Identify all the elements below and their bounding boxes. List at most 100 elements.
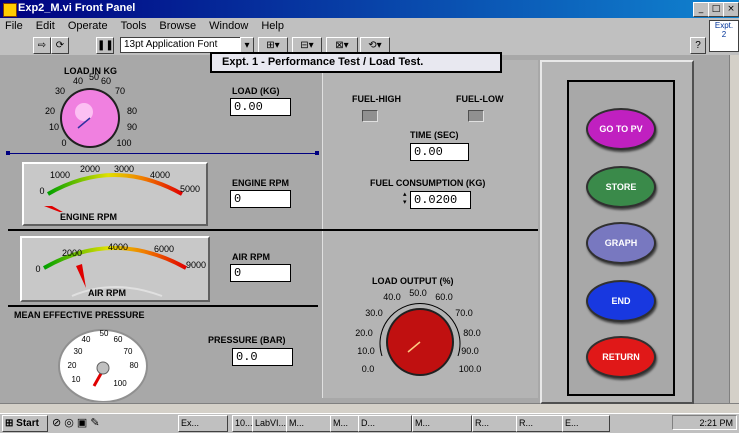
menu-window[interactable]: Window (204, 19, 253, 32)
tick-label: 80 (130, 361, 139, 370)
minimize-button[interactable]: _ (693, 2, 709, 17)
fuel-high-indicator (362, 110, 378, 122)
tick-label: 70 (115, 86, 125, 96)
pressure-label: PRESSURE (BAR) (208, 335, 286, 345)
go-to-pv-button[interactable]: GO TO PV (586, 108, 656, 150)
taskbar-item[interactable]: R... (516, 415, 564, 432)
tick-label: 30 (55, 86, 65, 96)
quicklaunch-icons[interactable]: ⊘ ◎ ▣ ✎ (52, 416, 100, 429)
air-rpm-value: 0 (230, 264, 291, 282)
font-select[interactable]: 13pt Application Font (120, 37, 243, 53)
mep-gauge: 10 20 30 40 50 6070 80100 (58, 329, 148, 402)
taskbar-item[interactable]: LabVI... (252, 415, 288, 432)
graph-button[interactable]: GRAPH (586, 222, 656, 264)
pause-icon[interactable]: ❚❚ (96, 37, 114, 54)
taskbar-item[interactable]: R... (472, 415, 518, 432)
close-button[interactable]: × (723, 2, 739, 17)
divider-handle-left (6, 151, 10, 155)
taskbar-item[interactable]: E... (562, 415, 610, 432)
experiment-banner: Expt. 1 - Performance Test / Load Test. (210, 52, 502, 73)
tick-label: 90.0 (461, 346, 479, 356)
tick-label: 60 (114, 335, 123, 344)
tick-label: 6000 (154, 244, 174, 254)
start-button[interactable]: ⊞ Start (2, 415, 48, 432)
tick-label: 1000 (50, 170, 70, 180)
load-output-label: LOAD OUTPUT (%) (372, 276, 454, 286)
window-title: Exp2_M.vi Front Panel (18, 2, 136, 14)
load-kg-label: LOAD (KG) (232, 86, 280, 96)
tick-label: 100 (116, 138, 131, 148)
menu-browse[interactable]: Browse (154, 19, 201, 32)
tick-label: 10.0 (357, 346, 375, 356)
return-button[interactable]: RETURN (586, 336, 656, 378)
tick-label: 20 (68, 361, 77, 370)
tick-label: 60.0 (435, 292, 453, 302)
tick-label: 40.0 (383, 292, 401, 302)
load-knob[interactable]: 010 2030 40 50 60 7080 90 100 (20, 72, 160, 154)
tick-label: 50 (100, 329, 109, 338)
menu-bar: File Edit Operate Tools Browse Window He… (0, 19, 710, 35)
tick-label: 4000 (108, 242, 128, 252)
mep-title: MEAN EFFECTIVE PRESSURE (14, 310, 145, 320)
tick-label: 100 (113, 379, 127, 388)
expt-icon-line2: 2 (721, 30, 727, 39)
labview-app-icon (3, 3, 17, 17)
air-rpm-caption: AIR RPM (88, 288, 126, 298)
tick-label: 30 (74, 347, 83, 356)
help-icon[interactable]: ? (690, 37, 706, 54)
taskbar-item[interactable]: M... (412, 415, 472, 432)
engine-rpm-label: ENGINE RPM (232, 178, 290, 188)
end-button[interactable]: END (586, 280, 656, 322)
menu-edit[interactable]: Edit (31, 19, 60, 32)
tick-label: 60 (101, 76, 111, 86)
tick-label: 0.0 (362, 364, 375, 374)
menu-file[interactable]: File (0, 19, 28, 32)
taskbar-item[interactable]: Ex... (178, 415, 228, 432)
load-output-knob[interactable]: 0.0 10.0 20.0 30.040.0 50.0 60.070.0 80.0 90.0 1… (350, 286, 490, 386)
divider-handle-right (315, 151, 319, 155)
tick-label: 0 (39, 186, 44, 196)
run-continuously-icon[interactable]: ⟳ (51, 37, 69, 54)
time-value: 0.00 (410, 143, 469, 161)
expt-icon: Expt. 2 (709, 20, 739, 52)
tick-label: 4000 (150, 170, 170, 180)
fuel-consumption-stepper[interactable]: ▴ ▾ (403, 191, 409, 207)
fuel-low-label: FUEL-LOW (456, 94, 504, 104)
time-label: TIME (SEC) (410, 130, 459, 140)
divider-1 (8, 153, 318, 154)
tick-label: 100.0 (459, 364, 482, 374)
tick-label: 5000 (180, 184, 200, 194)
tick-label: 50.0 (409, 288, 427, 298)
system-tray: 2:21 PM (672, 415, 737, 430)
maximize-button[interactable]: □ (708, 2, 724, 17)
tick-label: 40 (82, 335, 91, 344)
taskbar-item[interactable]: D... (358, 415, 412, 432)
tick-label: 3000 (114, 164, 134, 174)
tick-label: 20 (45, 106, 55, 116)
tick-label: 0 (35, 264, 40, 274)
tick-label: 80.0 (463, 328, 481, 338)
tick-label: 20.0 (355, 328, 373, 338)
menu-operate[interactable]: Operate (63, 19, 113, 32)
tick-label: 30.0 (365, 308, 383, 318)
engine-rpm-value: 0 (230, 190, 291, 208)
menu-tools[interactable]: Tools (116, 19, 152, 32)
store-button[interactable]: STORE (586, 166, 656, 208)
taskbar-item[interactable]: M... (330, 415, 360, 432)
fuel-high-label: FUEL-HIGH (352, 94, 401, 104)
clock: 2:21 PM (699, 418, 733, 428)
tick-label: 10 (72, 375, 81, 384)
tick-label: 0 (61, 138, 66, 148)
menu-help[interactable]: Help (256, 19, 289, 32)
expt-icon-line1: Expt. (714, 21, 734, 30)
run-arrow-icon[interactable]: ⇨ (33, 37, 51, 54)
tick-label: 2000 (80, 164, 100, 174)
tick-label: 70 (124, 347, 133, 356)
windows-logo-icon: ⊞ (5, 418, 17, 429)
taskbar-item[interactable]: M... (286, 415, 332, 432)
vertical-scrollbar[interactable] (729, 55, 739, 403)
divider-2 (8, 229, 538, 231)
start-label: Start (16, 418, 39, 429)
tick-label: 70.0 (455, 308, 473, 318)
fuel-consumption-value[interactable]: 0.0200 (410, 191, 471, 209)
